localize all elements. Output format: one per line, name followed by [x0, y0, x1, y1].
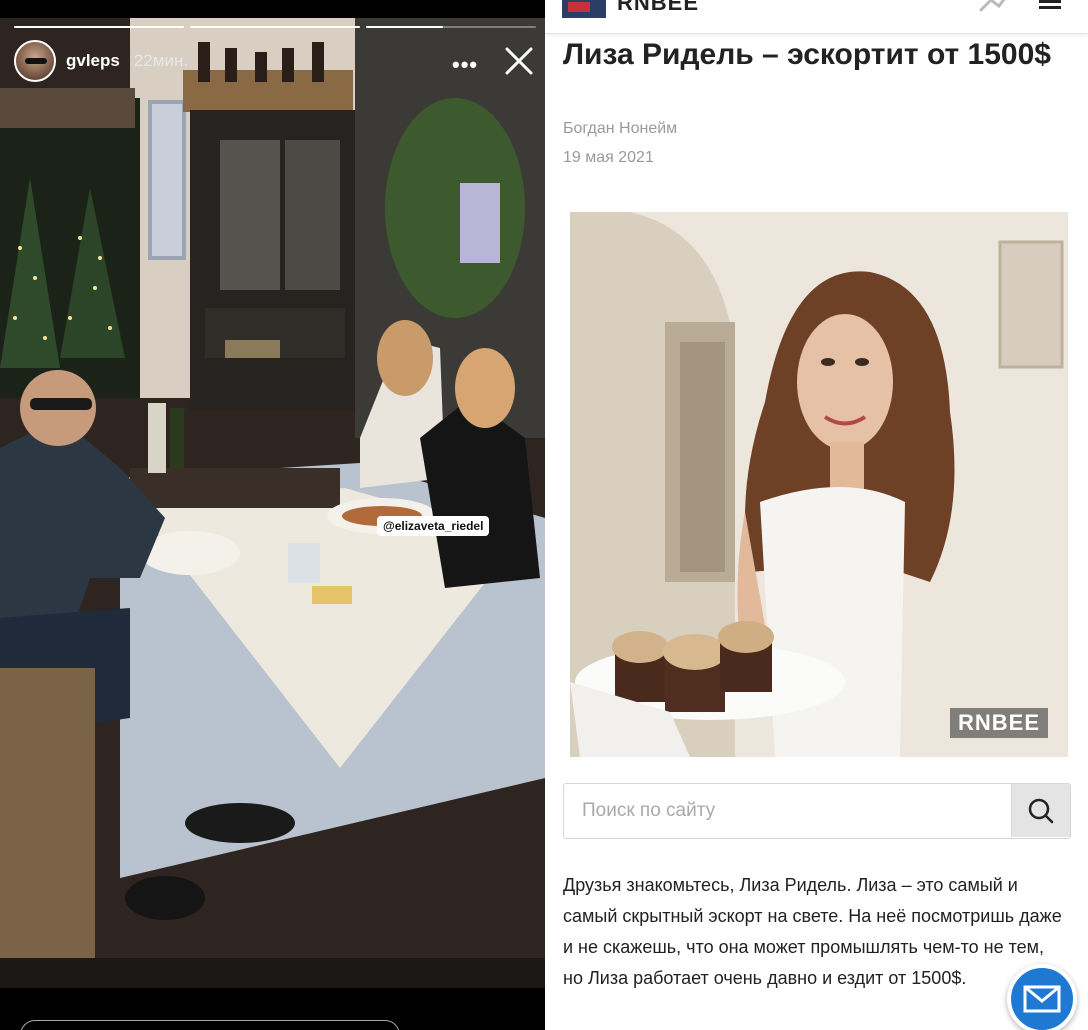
- restaurant-scene: [0, 18, 545, 988]
- story-progress-fill: [14, 26, 184, 28]
- article-author[interactable]: Богдан Нонейм: [563, 120, 677, 138]
- subscribe-mail-button[interactable]: [1007, 964, 1077, 1030]
- article-photo: [570, 212, 1068, 757]
- article-page: RNBEE Лиза Ридель – эскортит от 1500$ Бо…: [545, 0, 1088, 1030]
- share-icon[interactable]: [977, 0, 1007, 14]
- article-paragraph: Друзья знакомьтесь, Лиза Ридель. Лиза – …: [563, 875, 1062, 988]
- site-search: [563, 783, 1071, 839]
- avatar-glasses: [25, 58, 47, 64]
- story-progress-2: [190, 26, 360, 28]
- reply-input[interactable]: [20, 1020, 400, 1030]
- article-image[interactable]: RNBEE: [570, 212, 1068, 757]
- story-username[interactable]: gvleps: [66, 51, 120, 71]
- article-body: Друзья знакомьтесь, Лиза Ридель. Лиза – …: [563, 870, 1063, 994]
- story-viewer: gvleps 22мин. ••• @elizaveta_riedel: [0, 0, 545, 1030]
- story-header: gvleps 22мин.: [14, 40, 188, 82]
- envelope-icon: [1023, 985, 1061, 1013]
- search-input[interactable]: [564, 784, 1011, 837]
- article-title: Лиза Ридель – эскортит от 1500$: [563, 38, 1051, 71]
- story-progress-3: [366, 26, 536, 28]
- mention-sticker[interactable]: @elizaveta_riedel: [377, 516, 490, 536]
- story-progress-fill: [366, 26, 443, 28]
- story-time-ago: 22мин.: [133, 51, 189, 70]
- site-logo[interactable]: [562, 0, 606, 18]
- story-photo[interactable]: [0, 18, 545, 988]
- avatar[interactable]: [14, 40, 56, 82]
- article-date: 19 мая 2021: [563, 149, 654, 166]
- search-button[interactable]: [1011, 784, 1070, 837]
- more-options-icon[interactable]: •••: [452, 52, 478, 78]
- search-icon: [1028, 798, 1054, 824]
- story-progress-fill: [190, 26, 360, 28]
- hamburger-menu-icon[interactable]: [1039, 0, 1061, 12]
- story-progress-1: [14, 26, 184, 28]
- image-watermark: RNBEE: [950, 708, 1048, 738]
- close-icon[interactable]: [502, 44, 536, 78]
- site-name[interactable]: RNBEE: [617, 0, 699, 16]
- site-header: RNBEE: [545, 0, 1088, 34]
